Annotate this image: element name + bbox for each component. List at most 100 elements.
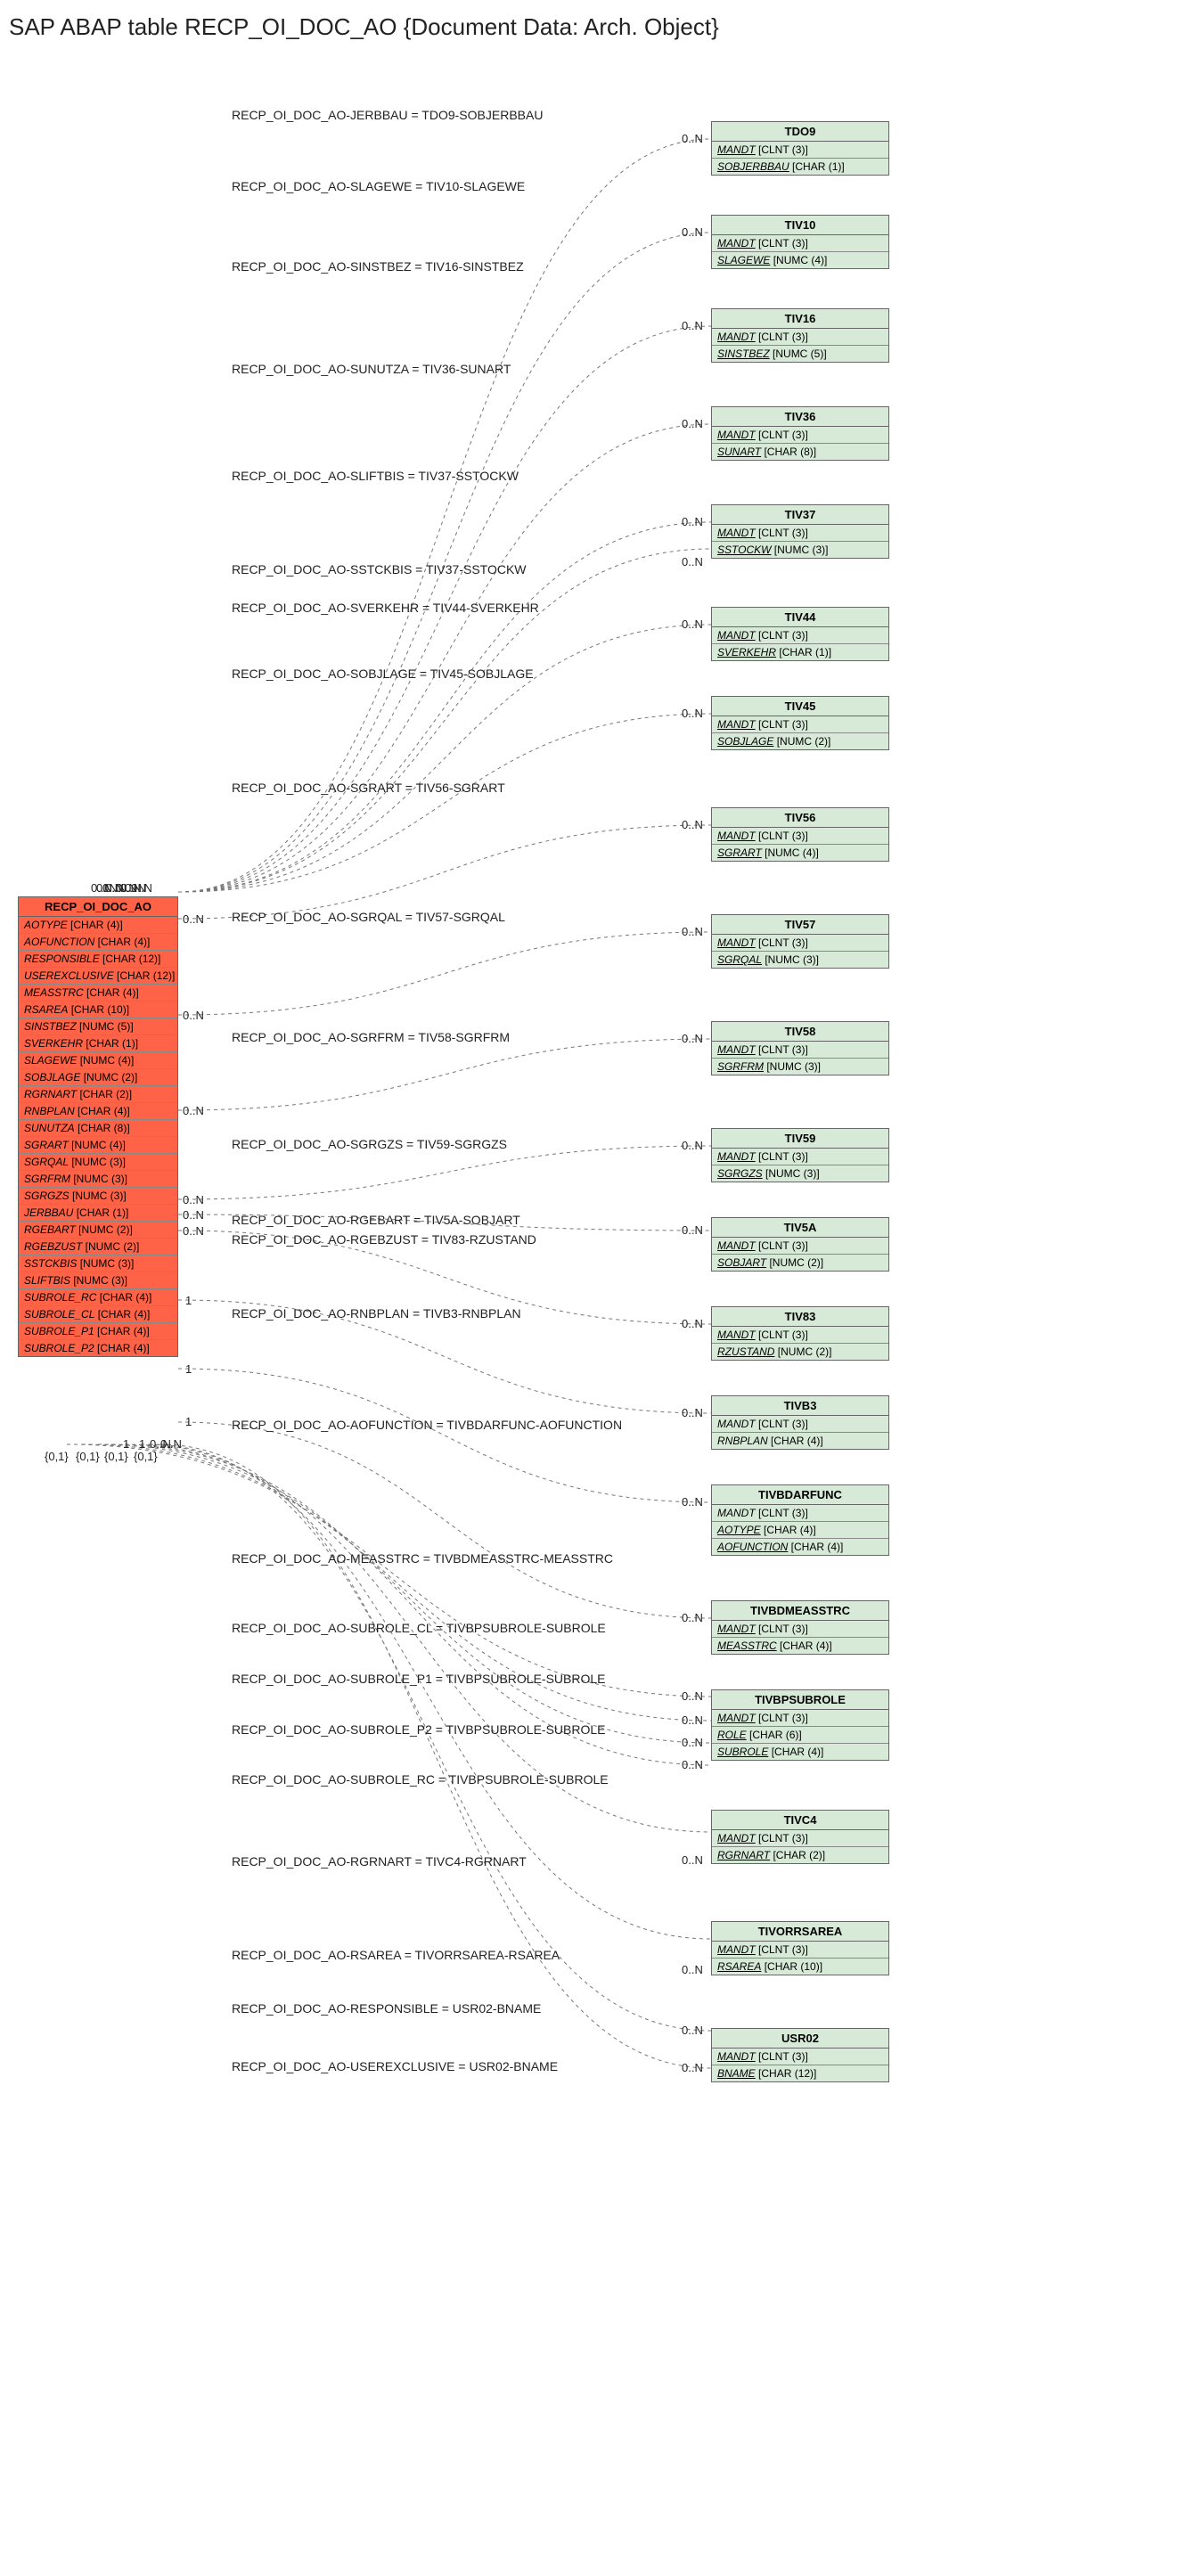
entity-field: JERBBAU [CHAR (1)] bbox=[19, 1205, 177, 1222]
entity-tivbdmeasstrc: TIVBDMEASSTRCMANDT [CLNT (3)]MEASSTRC [C… bbox=[711, 1600, 889, 1655]
entity-field: MANDT [CLNT (3)] bbox=[712, 1621, 888, 1638]
source-cardinality: {0,1} bbox=[45, 1450, 69, 1463]
entity-field: MANDT [CLNT (3)] bbox=[712, 1042, 888, 1059]
entity-field: MANDT [CLNT (3)] bbox=[712, 235, 888, 252]
source-cardinality: 0..N bbox=[183, 1009, 204, 1022]
entity-field: SLAGEWE [NUMC (4)] bbox=[19, 1052, 177, 1069]
relation-edge bbox=[178, 522, 711, 892]
target-cardinality: 0..N bbox=[682, 617, 703, 631]
edges-layer bbox=[9, 54, 1186, 2567]
source-cardinality: 0..N bbox=[183, 1193, 204, 1206]
relation-label: RECP_OI_DOC_AO-AOFUNCTION = TIVBDARFUNC-… bbox=[232, 1418, 622, 1432]
relation-label: RECP_OI_DOC_AO-SGRFRM = TIV58-SGRFRM bbox=[232, 1030, 510, 1044]
target-cardinality: 0..N bbox=[682, 555, 703, 568]
relation-label: RECP_OI_DOC_AO-RSAREA = TIVORRSAREA-RSAR… bbox=[232, 1948, 560, 1962]
entity-field: MANDT [CLNT (3)] bbox=[712, 935, 888, 952]
target-cardinality: 0..N bbox=[682, 515, 703, 528]
entity-tiv36: TIV36MANDT [CLNT (3)]SUNART [CHAR (8)] bbox=[711, 406, 889, 461]
entity-title: TIV83 bbox=[712, 1307, 888, 1327]
entity-field: MANDT [CLNT (3)] bbox=[712, 1830, 888, 1847]
relation-edge bbox=[178, 1369, 711, 1502]
entity-title: TIVORRSAREA bbox=[712, 1922, 888, 1942]
relation-edge bbox=[178, 825, 711, 919]
entity-field: SUBROLE_P1 [CHAR (4)] bbox=[19, 1323, 177, 1340]
entity-field: RGRNART [CHAR (2)] bbox=[19, 1086, 177, 1103]
relation-label: RECP_OI_DOC_AO-SUBROLE_CL = TIVBPSUBROLE… bbox=[232, 1621, 606, 1635]
entity-tivbdarfunc: TIVBDARFUNCMANDT [CLNT (3)]AOTYPE [CHAR … bbox=[711, 1484, 889, 1556]
entity-title: TDO9 bbox=[712, 122, 888, 142]
entity-title: TIVBDMEASSTRC bbox=[712, 1601, 888, 1621]
relation-label: RECP_OI_DOC_AO-RGEBART = TIV5A-SOBJART bbox=[232, 1213, 520, 1227]
entity-field: SLAGEWE [NUMC (4)] bbox=[712, 252, 888, 268]
relation-edge bbox=[160, 1444, 711, 2068]
source-cardinality: 0..N bbox=[131, 881, 152, 895]
entity-title: USR02 bbox=[712, 2029, 888, 2049]
entity-field: MANDT [CLNT (3)] bbox=[712, 1505, 888, 1522]
relation-label: RECP_OI_DOC_AO-SUNUTZA = TIV36-SUNART bbox=[232, 362, 511, 376]
target-cardinality: 0..N bbox=[682, 319, 703, 332]
entity-field: SUBROLE_CL [CHAR (4)] bbox=[19, 1306, 177, 1323]
entity-title: TIV44 bbox=[712, 608, 888, 627]
entity-field: SLIFTBIS [NUMC (3)] bbox=[19, 1272, 177, 1289]
target-cardinality: 0..N bbox=[682, 417, 703, 430]
entity-title: TIVB3 bbox=[712, 1396, 888, 1416]
entity-tdo9: TDO9MANDT [CLNT (3)]SOBJERBBAU [CHAR (1)… bbox=[711, 121, 889, 176]
entity-field: RSAREA [CHAR (10)] bbox=[19, 1002, 177, 1018]
entity-field: SOBJART [NUMC (2)] bbox=[712, 1255, 888, 1271]
source-cardinality: 1 bbox=[185, 1294, 192, 1307]
relation-label: RECP_OI_DOC_AO-SOBJLAGE = TIV45-SOBJLAGE bbox=[232, 666, 534, 681]
entity-title: TIV10 bbox=[712, 216, 888, 235]
relation-edge bbox=[178, 1039, 711, 1110]
relation-edge bbox=[178, 714, 711, 892]
relation-edge bbox=[178, 932, 711, 1015]
entity-field: SUBROLE_RC [CHAR (4)] bbox=[19, 1289, 177, 1306]
target-cardinality: 0..N bbox=[682, 1139, 703, 1152]
entity-field: SGRFRM [NUMC (3)] bbox=[19, 1171, 177, 1188]
entity-field: SGRQAL [NUMC (3)] bbox=[19, 1154, 177, 1171]
entity-tiv58: TIV58MANDT [CLNT (3)]SGRFRM [NUMC (3)] bbox=[711, 1021, 889, 1075]
relation-edge bbox=[178, 625, 711, 892]
entity-field: MANDT [CLNT (3)] bbox=[712, 1942, 888, 1959]
entity-tivorrsarea: TIVORRSAREAMANDT [CLNT (3)]RSAREA [CHAR … bbox=[711, 1921, 889, 1975]
source-cardinality: 0..N bbox=[160, 1437, 182, 1451]
entity-field: SGRFRM [NUMC (3)] bbox=[712, 1059, 888, 1075]
relation-label: RECP_OI_DOC_AO-SLAGEWE = TIV10-SLAGEWE bbox=[232, 179, 525, 193]
entity-field: MANDT [CLNT (3)] bbox=[712, 1149, 888, 1165]
entity-field: MANDT [CLNT (3)] bbox=[712, 1710, 888, 1727]
source-cardinality: 1 bbox=[139, 1437, 145, 1451]
entity-field: AOFUNCTION [CHAR (4)] bbox=[712, 1539, 888, 1555]
entity-tivbpsubrole: TIVBPSUBROLEMANDT [CLNT (3)]ROLE [CHAR (… bbox=[711, 1689, 889, 1761]
relation-label: RECP_OI_DOC_AO-SLIFTBIS = TIV37-SSTOCKW bbox=[232, 469, 519, 483]
target-cardinality: 0..N bbox=[682, 1032, 703, 1045]
relation-label: RECP_OI_DOC_AO-SUBROLE_RC = TIVBPSUBROLE… bbox=[232, 1772, 609, 1787]
target-cardinality: 0..N bbox=[682, 1758, 703, 1771]
entity-field: MANDT [CLNT (3)] bbox=[712, 2049, 888, 2065]
source-cardinality: {0,1} bbox=[104, 1450, 128, 1463]
entity-field: RGEBZUST [NUMC (2)] bbox=[19, 1239, 177, 1255]
entity-field: MANDT [CLNT (3)] bbox=[712, 427, 888, 444]
target-cardinality: 0..N bbox=[682, 2061, 703, 2074]
entity-field: MANDT [CLNT (3)] bbox=[712, 716, 888, 733]
relation-label: RECP_OI_DOC_AO-MEASSTRC = TIVBDMEASSTRC-… bbox=[232, 1551, 613, 1566]
source-cardinality: 1 bbox=[185, 1362, 192, 1376]
entity-title: TIV37 bbox=[712, 505, 888, 525]
entity-field: AOFUNCTION [CHAR (4)] bbox=[19, 934, 177, 951]
entity-field: MANDT [CLNT (3)] bbox=[712, 627, 888, 644]
entity-field: MANDT [CLNT (3)] bbox=[712, 1416, 888, 1433]
entity-field: MANDT [CLNT (3)] bbox=[712, 1238, 888, 1255]
target-cardinality: 0..N bbox=[682, 1853, 703, 1867]
entity-field: AOTYPE [CHAR (4)] bbox=[712, 1522, 888, 1539]
relation-label: RECP_OI_DOC_AO-SGRGZS = TIV59-SGRGZS bbox=[232, 1137, 507, 1151]
entity-title: TIV5A bbox=[712, 1218, 888, 1238]
target-cardinality: 0..N bbox=[682, 925, 703, 938]
entity-field: SGRQAL [NUMC (3)] bbox=[712, 952, 888, 968]
relation-edge bbox=[178, 139, 711, 892]
entity-field: MANDT [CLNT (3)] bbox=[712, 828, 888, 845]
entity-field: RGEBART [NUMC (2)] bbox=[19, 1222, 177, 1239]
relation-label: RECP_OI_DOC_AO-JERBBAU = TDO9-SOBJERBBAU bbox=[232, 108, 543, 122]
diagram-container: RECP_OI_DOC_AOAOTYPE [CHAR (4)]AOFUNCTIO… bbox=[9, 54, 1177, 2567]
relation-label: RECP_OI_DOC_AO-SGRQAL = TIV57-SGRQAL bbox=[232, 910, 505, 924]
entity-title: TIVBPSUBROLE bbox=[712, 1690, 888, 1710]
entity-tiv83: TIV83MANDT [CLNT (3)]RZUSTAND [NUMC (2)] bbox=[711, 1306, 889, 1361]
target-cardinality: 0..N bbox=[682, 1689, 703, 1703]
